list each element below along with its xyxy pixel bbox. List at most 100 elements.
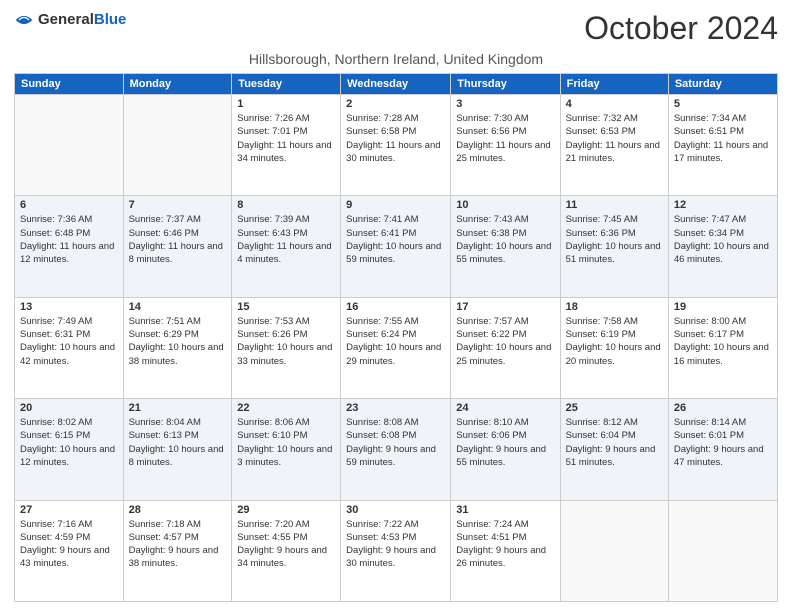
day-number: 7 — [129, 199, 227, 211]
sunrise: Sunrise: 7:32 AM — [566, 113, 638, 124]
sunrise: Sunrise: 7:43 AM — [456, 214, 528, 225]
sunrise: Sunrise: 8:00 AM — [674, 316, 746, 327]
logo-blue: Blue — [94, 11, 127, 28]
cell-3-0: 20 Sunrise: 8:02 AM Sunset: 6:15 PM Dayl… — [15, 399, 124, 500]
sunset: Sunset: 6:53 PM — [566, 126, 636, 137]
day-info: Sunrise: 7:45 AM Sunset: 6:36 PM Dayligh… — [566, 213, 663, 266]
sunrise: Sunrise: 7:45 AM — [566, 214, 638, 225]
cell-1-4: 10 Sunrise: 7:43 AM Sunset: 6:38 PM Dayl… — [451, 196, 560, 297]
day-number: 26 — [674, 402, 772, 414]
subtitle: Hillsborough, Northern Ireland, United K… — [14, 51, 778, 67]
day-info: Sunrise: 8:00 AM Sunset: 6:17 PM Dayligh… — [674, 315, 772, 368]
day-info: Sunrise: 8:06 AM Sunset: 6:10 PM Dayligh… — [237, 416, 335, 469]
day-info: Sunrise: 8:14 AM Sunset: 6:01 PM Dayligh… — [674, 416, 772, 469]
daylight: Daylight: 11 hours and 12 minutes. — [20, 241, 114, 265]
daylight: Daylight: 9 hours and 34 minutes. — [237, 545, 327, 569]
day-info: Sunrise: 7:37 AM Sunset: 6:46 PM Dayligh… — [129, 213, 227, 266]
cell-2-3: 16 Sunrise: 7:55 AM Sunset: 6:24 PM Dayl… — [341, 297, 451, 398]
day-info: Sunrise: 7:57 AM Sunset: 6:22 PM Dayligh… — [456, 315, 554, 368]
logo-icon — [14, 10, 34, 30]
sunrise: Sunrise: 7:24 AM — [456, 519, 528, 530]
cell-1-1: 7 Sunrise: 7:37 AM Sunset: 6:46 PM Dayli… — [123, 196, 232, 297]
day-info: Sunrise: 7:28 AM Sunset: 6:58 PM Dayligh… — [346, 112, 445, 165]
cell-3-3: 23 Sunrise: 8:08 AM Sunset: 6:08 PM Dayl… — [341, 399, 451, 500]
day-number: 21 — [129, 402, 227, 414]
header-tuesday: Tuesday — [232, 74, 341, 95]
cell-1-0: 6 Sunrise: 7:36 AM Sunset: 6:48 PM Dayli… — [15, 196, 124, 297]
cell-3-5: 25 Sunrise: 8:12 AM Sunset: 6:04 PM Dayl… — [560, 399, 668, 500]
sunset: Sunset: 6:10 PM — [237, 430, 307, 441]
day-info: Sunrise: 7:30 AM Sunset: 6:56 PM Dayligh… — [456, 112, 554, 165]
day-info: Sunrise: 7:39 AM Sunset: 6:43 PM Dayligh… — [237, 213, 335, 266]
daylight: Daylight: 9 hours and 26 minutes. — [456, 545, 546, 569]
week-row-4: 27 Sunrise: 7:16 AM Sunset: 4:59 PM Dayl… — [15, 500, 778, 601]
sunrise: Sunrise: 8:04 AM — [129, 417, 201, 428]
sunset: Sunset: 6:22 PM — [456, 329, 526, 340]
header-friday: Friday — [560, 74, 668, 95]
sunset: Sunset: 6:31 PM — [20, 329, 90, 340]
day-info: Sunrise: 8:10 AM Sunset: 6:06 PM Dayligh… — [456, 416, 554, 469]
daylight: Daylight: 10 hours and 29 minutes. — [346, 342, 441, 366]
cell-4-3: 30 Sunrise: 7:22 AM Sunset: 4:53 PM Dayl… — [341, 500, 451, 601]
day-info: Sunrise: 7:32 AM Sunset: 6:53 PM Dayligh… — [566, 112, 663, 165]
cell-4-0: 27 Sunrise: 7:16 AM Sunset: 4:59 PM Dayl… — [15, 500, 124, 601]
sunset: Sunset: 6:36 PM — [566, 228, 636, 239]
cell-4-5 — [560, 500, 668, 601]
cell-0-1 — [123, 95, 232, 196]
sunset: Sunset: 6:26 PM — [237, 329, 307, 340]
cell-4-1: 28 Sunrise: 7:18 AM Sunset: 4:57 PM Dayl… — [123, 500, 232, 601]
calendar-table: Sunday Monday Tuesday Wednesday Thursday… — [14, 73, 778, 602]
cell-0-5: 4 Sunrise: 7:32 AM Sunset: 6:53 PM Dayli… — [560, 95, 668, 196]
sunrise: Sunrise: 7:55 AM — [346, 316, 418, 327]
sunrise: Sunrise: 8:06 AM — [237, 417, 309, 428]
sunrise: Sunrise: 7:30 AM — [456, 113, 528, 124]
daylight: Daylight: 11 hours and 34 minutes. — [237, 140, 331, 164]
sunset: Sunset: 6:08 PM — [346, 430, 416, 441]
sunset: Sunset: 6:38 PM — [456, 228, 526, 239]
day-number: 12 — [674, 199, 772, 211]
header-saturday: Saturday — [668, 74, 777, 95]
cell-4-6 — [668, 500, 777, 601]
day-number: 10 — [456, 199, 554, 211]
day-info: Sunrise: 7:22 AM Sunset: 4:53 PM Dayligh… — [346, 518, 445, 571]
logo-text: GeneralBlue — [38, 11, 126, 29]
daylight: Daylight: 11 hours and 4 minutes. — [237, 241, 331, 265]
sunset: Sunset: 6:48 PM — [20, 228, 90, 239]
daylight: Daylight: 9 hours and 59 minutes. — [346, 444, 436, 468]
day-number: 4 — [566, 98, 663, 110]
day-number: 13 — [20, 301, 118, 313]
sunset: Sunset: 4:59 PM — [20, 532, 90, 543]
day-number: 28 — [129, 504, 227, 516]
day-number: 3 — [456, 98, 554, 110]
cell-2-2: 15 Sunrise: 7:53 AM Sunset: 6:26 PM Dayl… — [232, 297, 341, 398]
sunrise: Sunrise: 8:14 AM — [674, 417, 746, 428]
daylight: Daylight: 9 hours and 30 minutes. — [346, 545, 436, 569]
daylight: Daylight: 9 hours and 38 minutes. — [129, 545, 219, 569]
day-number: 11 — [566, 199, 663, 211]
daylight: Daylight: 10 hours and 20 minutes. — [566, 342, 661, 366]
daylight: Daylight: 11 hours and 8 minutes. — [129, 241, 223, 265]
logo-general: General — [38, 11, 94, 28]
day-number: 1 — [237, 98, 335, 110]
day-info: Sunrise: 7:34 AM Sunset: 6:51 PM Dayligh… — [674, 112, 772, 165]
cell-3-2: 22 Sunrise: 8:06 AM Sunset: 6:10 PM Dayl… — [232, 399, 341, 500]
header-wednesday: Wednesday — [341, 74, 451, 95]
day-number: 14 — [129, 301, 227, 313]
month-title: October 2024 — [584, 10, 778, 47]
day-info: Sunrise: 7:20 AM Sunset: 4:55 PM Dayligh… — [237, 518, 335, 571]
daylight: Daylight: 10 hours and 16 minutes. — [674, 342, 769, 366]
day-number: 16 — [346, 301, 445, 313]
cell-4-4: 31 Sunrise: 7:24 AM Sunset: 4:51 PM Dayl… — [451, 500, 560, 601]
day-info: Sunrise: 7:47 AM Sunset: 6:34 PM Dayligh… — [674, 213, 772, 266]
daylight: Daylight: 10 hours and 8 minutes. — [129, 444, 224, 468]
sunset: Sunset: 4:53 PM — [346, 532, 416, 543]
sunset: Sunset: 4:55 PM — [237, 532, 307, 543]
day-number: 15 — [237, 301, 335, 313]
header-monday: Monday — [123, 74, 232, 95]
sunrise: Sunrise: 7:20 AM — [237, 519, 309, 530]
day-number: 2 — [346, 98, 445, 110]
title-area: October 2024 — [584, 10, 778, 47]
sunset: Sunset: 6:01 PM — [674, 430, 744, 441]
daylight: Daylight: 10 hours and 33 minutes. — [237, 342, 332, 366]
sunset: Sunset: 6:06 PM — [456, 430, 526, 441]
